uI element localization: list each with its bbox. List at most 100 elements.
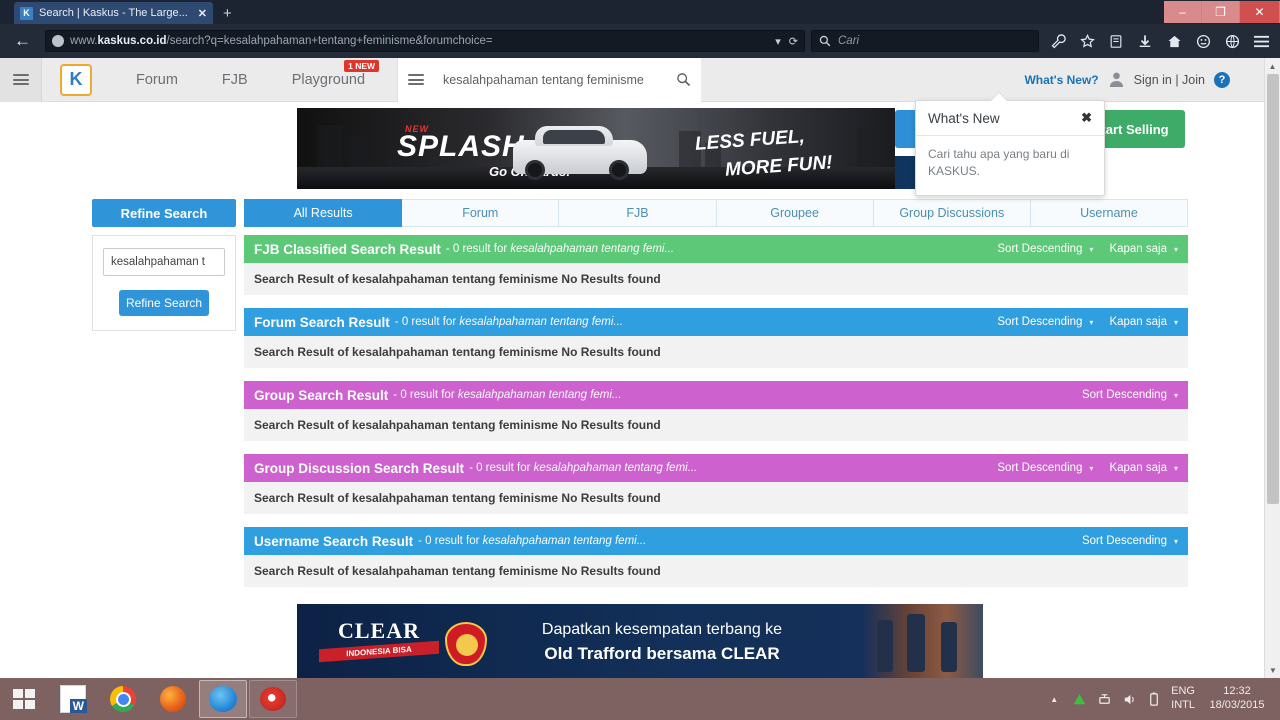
smiley-icon[interactable] (1190, 28, 1216, 54)
nav-item-playground-label: Playground (291, 71, 366, 88)
ad-players-photo (863, 604, 983, 678)
browser-tab[interactable]: K Search | Kaskus - The Large... ✕ (14, 2, 214, 24)
result-header: Group Discussion Search Result - 0 resul… (244, 454, 1188, 482)
popover-body: Cari tahu apa yang baru di KASKUS. (928, 147, 1070, 179)
search-category-toggle[interactable] (397, 58, 434, 102)
ad-brand: SPLASH (397, 130, 525, 163)
wrench-icon[interactable] (1045, 28, 1071, 54)
star-icon[interactable] (1074, 28, 1100, 54)
ad-line-2: Old Trafford bersama CLEAR (544, 644, 780, 663)
desktop: K Search | Kaskus - The Large... ✕ + – ❐… (0, 0, 1280, 720)
scroll-up-arrow-icon[interactable]: ▲ (1265, 58, 1280, 74)
kaskus-logo[interactable]: K (60, 63, 92, 96)
chevron-down-icon: ▾ (1173, 244, 1178, 254)
taskbar-item-firefox[interactable] (149, 680, 197, 718)
search-icon[interactable] (676, 72, 691, 87)
scroll-down-arrow-icon[interactable]: ▼ (1265, 662, 1280, 678)
result-tools: Sort Descending ▾ Kapan saja ▾ (997, 316, 1178, 328)
chevron-down-icon: ▾ (1173, 390, 1178, 400)
hamburger-icon (12, 72, 29, 88)
refine-search-input[interactable]: kesalahpahaman t (103, 248, 225, 276)
reader-icon[interactable] (1103, 28, 1129, 54)
suzuki-splash-ad[interactable]: NEW SPLASH Go Onwards! LESS FUEL, MORE F… (297, 108, 983, 189)
sort-dropdown[interactable]: Sort Descending ▾ (997, 316, 1093, 328)
close-window-button[interactable]: ✕ (1240, 1, 1280, 23)
help-icon[interactable]: ? (1214, 71, 1230, 88)
sort-dropdown[interactable]: Sort Descending ▾ (997, 462, 1093, 474)
browser-search-box[interactable]: Cari (811, 30, 1039, 52)
new-tab-button[interactable]: + (223, 5, 232, 24)
refine-search-tab[interactable]: Refine Search (92, 199, 236, 227)
refine-search-button[interactable]: Refine Search (119, 290, 209, 316)
result-header: Forum Search Result - 0 result for kesal… (244, 308, 1188, 336)
taskbar-item-chrome[interactable] (99, 680, 147, 718)
taskbar-item-ie[interactable] (199, 680, 247, 718)
menu-icon[interactable] (1248, 28, 1274, 54)
globe-share-icon[interactable] (1219, 28, 1245, 54)
search-results: FJB Classified Search Result - 0 result … (244, 235, 1188, 600)
result-tools: Sort Descending ▾ (1082, 389, 1178, 401)
result-title: Forum Search Result (254, 314, 390, 330)
time-filter-dropdown[interactable]: Kapan saja ▾ (1109, 243, 1178, 255)
taskbar-item-opera[interactable] (249, 680, 297, 718)
nav-item-playground[interactable]: Playground 1 NEW (270, 59, 387, 88)
close-icon[interactable]: ✕ (194, 7, 207, 20)
network-icon[interactable] (1096, 691, 1112, 707)
chevron-down-icon: ▾ (1089, 463, 1094, 473)
close-icon[interactable]: ✖ (1081, 110, 1092, 126)
time-filter-dropdown[interactable]: Kapan saja ▾ (1109, 462, 1178, 474)
reload-icon[interactable]: ⟳ (789, 35, 798, 48)
download-icon[interactable] (1132, 28, 1158, 54)
tab-group-discussions[interactable]: Group Discussions (873, 199, 1031, 227)
taskbar-item-word[interactable] (49, 680, 97, 718)
start-button[interactable] (0, 678, 48, 720)
tray-expand-icon[interactable]: ▲ (1046, 691, 1062, 707)
chevron-down-icon: ▾ (1089, 317, 1094, 327)
site-search-input[interactable]: kesalahpahaman tentang feminisme (433, 58, 702, 102)
tab-all-results[interactable]: All Results (244, 199, 403, 227)
chevron-down-icon: ▾ (1173, 317, 1178, 327)
address-bar[interactable]: www.kaskus.co.id/search?q=kesalahpahaman… (45, 30, 805, 52)
language-indicator[interactable]: ENG INTL (1171, 685, 1195, 713)
chevron-down-icon: ▾ (1173, 463, 1178, 473)
result-body: Search Result of kesalahpahaman tentang … (244, 263, 1188, 295)
clear-manutd-ad[interactable]: CLEAR INDONESIA BISA Dapatkan kesempatan… (297, 604, 983, 678)
result-block-fjb: FJB Classified Search Result - 0 result … (244, 235, 1188, 295)
clock[interactable]: 12:32 18/03/2015 (1204, 685, 1270, 713)
nav-item-fjb[interactable]: FJB (200, 72, 270, 88)
result-block-group-discussion: Group Discussion Search Result - 0 resul… (244, 454, 1188, 514)
chevron-down-icon[interactable]: ▾ (775, 35, 781, 48)
sort-dropdown[interactable]: Sort Descending ▾ (997, 243, 1093, 255)
result-meta: - 0 result for kesalahpahaman tentang fe… (393, 389, 622, 401)
volume-icon[interactable] (1121, 691, 1137, 707)
whats-new-link[interactable]: What's New? (1024, 73, 1098, 87)
tab-fjb[interactable]: FJB (559, 199, 717, 227)
time-filter-dropdown[interactable]: Kapan saja ▾ (1109, 316, 1178, 328)
refine-search-panel: kesalahpahaman t Refine Search (92, 235, 236, 331)
tab-groupee[interactable]: Groupee (716, 199, 874, 227)
site-menu-button[interactable] (0, 58, 42, 102)
home-icon[interactable] (1161, 28, 1187, 54)
tab-forum[interactable]: Forum (402, 199, 560, 227)
nav-item-forum[interactable]: Forum (114, 72, 200, 88)
result-block-group: Group Search Result - 0 result for kesal… (244, 381, 1188, 441)
battery-icon[interactable] (1146, 691, 1162, 707)
tab-username[interactable]: Username (1030, 199, 1189, 227)
maximize-button[interactable]: ❐ (1202, 1, 1240, 23)
minimize-button[interactable]: – (1164, 1, 1202, 23)
sort-dropdown[interactable]: Sort Descending ▾ (1082, 535, 1178, 547)
search-tabs: All Results Forum FJB Groupee Group Disc… (244, 199, 1189, 227)
chevron-down-icon: ▾ (1089, 244, 1094, 254)
result-header: Username Search Result - 0 result for ke… (244, 527, 1188, 555)
manchester-united-crest-icon (445, 622, 487, 666)
shield-icon[interactable] (1071, 691, 1087, 707)
result-header: FJB Classified Search Result - 0 result … (244, 235, 1188, 263)
sort-dropdown[interactable]: Sort Descending ▾ (1082, 389, 1178, 401)
clock-time: 12:32 (1223, 685, 1251, 698)
sign-in-link[interactable]: Sign in | Join (1134, 73, 1205, 87)
scrollbar-thumb[interactable] (1267, 74, 1279, 504)
page-scrollbar[interactable]: ▲ ▼ (1264, 58, 1280, 678)
back-icon[interactable]: ← (6, 31, 39, 51)
chevron-down-icon: ▾ (1173, 536, 1178, 546)
result-meta: - 0 result for kesalahpahaman tentang fe… (445, 243, 675, 255)
